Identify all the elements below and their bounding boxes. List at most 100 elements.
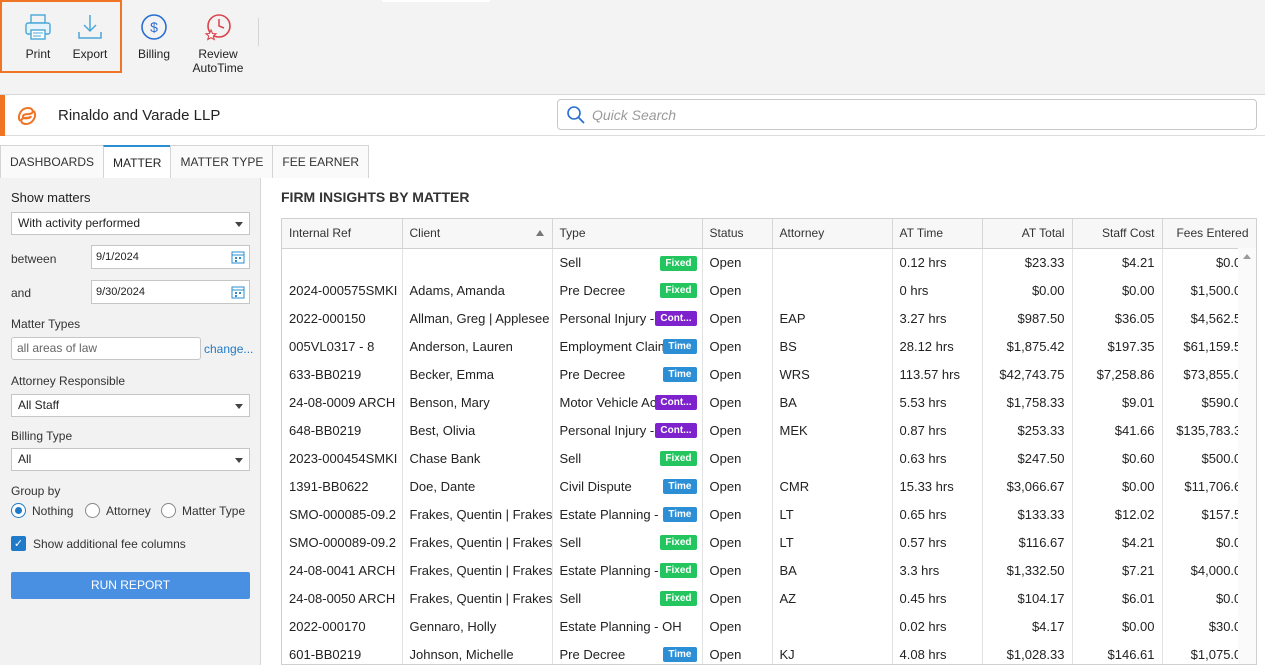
- billing-button[interactable]: $ Billing: [133, 10, 175, 61]
- cell-type: Personal Injury - Cont...: [552, 304, 703, 332]
- billing-type-select[interactable]: All: [11, 448, 250, 471]
- table-row[interactable]: 2023-000454SMKI Chase Bank Sell Fixed Open 0.…: [282, 444, 1256, 472]
- column-header[interactable]: Status: [702, 219, 773, 249]
- group-by-matter-type-radio[interactable]: Matter Type: [161, 503, 245, 518]
- cell-at-time: 0.45 hrs: [892, 584, 983, 612]
- firm-accent-bar: [0, 95, 5, 136]
- column-header[interactable]: Type: [552, 219, 703, 249]
- cell-status: Open: [702, 248, 773, 276]
- tab-fee-earner[interactable]: FEE EARNER: [272, 145, 370, 178]
- table-row[interactable]: SMO-000085-09.2 Frakes, Quentin | Frakes E…: [282, 500, 1256, 528]
- cell-at-total: $987.50: [982, 304, 1073, 332]
- cell-staff-cost: $4.21: [1072, 248, 1163, 276]
- cell-client: Best, Olivia: [402, 416, 553, 444]
- cell-internal-ref: 601-BB0219: [282, 640, 403, 664]
- group-by-attorney-radio[interactable]: Attorney: [85, 503, 151, 518]
- table-row[interactable]: 005VL0317 - 8 Anderson, Lauren Employment …: [282, 332, 1256, 360]
- cell-status-text: Open: [709, 618, 742, 634]
- ribbon-tab-indicator: [382, 0, 490, 2]
- cell-at-total: $104.17: [982, 584, 1073, 612]
- table-row[interactable]: 2024-000575SMKI Adams, Amanda Pre Decree Fi…: [282, 276, 1256, 304]
- change-matter-types-link[interactable]: change...: [204, 342, 253, 356]
- show-fee-columns-checkbox[interactable]: ✓ Show additional fee columns: [11, 536, 186, 551]
- cell-type: Pre Decree Time: [552, 640, 703, 664]
- clock-star-icon: [201, 10, 235, 44]
- cell-at-time-text: 113.57 hrs: [899, 366, 960, 382]
- cell-type-text: Personal Injury -: [559, 422, 655, 438]
- cell-status-text: Open: [709, 562, 742, 578]
- billing-type-badge: Cont...: [655, 395, 697, 410]
- quick-search-box[interactable]: [557, 99, 1257, 130]
- cell-type-text: Estate Planning - OH: [559, 618, 682, 634]
- table-row[interactable]: 633-BB0219 Becker, Emma Pre Decree Time Open…: [282, 360, 1256, 388]
- table-row[interactable]: 24-08-0041 ARCH Frakes, Quentin | Frakes E…: [282, 556, 1256, 584]
- quick-search-input[interactable]: [592, 104, 1242, 126]
- cell-attorney: KJ: [772, 640, 893, 664]
- tab-matter[interactable]: MATTER: [103, 145, 172, 178]
- cell-type-text: Estate Planning -: [559, 506, 659, 522]
- column-header-sorted[interactable]: Client: [402, 219, 553, 249]
- cell-at-time-text: 4.08 hrs: [899, 646, 947, 662]
- start-date-field[interactable]: 9/1/2024: [91, 245, 250, 269]
- table-row[interactable]: 648-BB0219 Best, Olivia Personal Injury -C…: [282, 416, 1256, 444]
- end-date-field[interactable]: 9/30/2024: [91, 280, 250, 304]
- column-header[interactable]: AT Total: [982, 219, 1073, 249]
- cell-at-total: $3,066.67: [982, 472, 1073, 500]
- group-option-label: Nothing: [32, 503, 74, 518]
- table-row[interactable]: 2022-000170 Gennaro, Holly Estate Planning…: [282, 612, 1256, 640]
- column-header[interactable]: Fees Entered: [1162, 219, 1256, 249]
- matter-types-field[interactable]: all areas of law: [11, 337, 201, 360]
- table-row[interactable]: 1391-BB0622 Doe, Dante Civil Dispute Time Op…: [282, 472, 1256, 500]
- cell-status-text: Open: [709, 254, 742, 270]
- highlight-box: [0, 0, 122, 73]
- table-row[interactable]: 24-08-0050 ARCH Frakes, Quentin | Frakes S…: [282, 584, 1256, 612]
- cell-staff-cost-text: $7.21: [1121, 562, 1155, 578]
- tab-dashboards[interactable]: DASHBOARDS: [0, 145, 105, 178]
- calendar-icon[interactable]: [231, 285, 245, 299]
- column-header[interactable]: AT Time: [892, 219, 983, 249]
- start-date-value: 9/1/2024: [96, 251, 139, 263]
- report-tabs: DASHBOARDS MATTER MATTER TYPE FEE EARNER: [0, 145, 370, 178]
- cell-type-text: Sell: [559, 590, 582, 606]
- calendar-icon[interactable]: [231, 250, 245, 264]
- cell-internal-ref-text: 24-08-0050 ARCH: [289, 590, 396, 606]
- ribbon-separator: [258, 18, 259, 46]
- cell-client-text: Chase Bank: [409, 450, 481, 466]
- show-matters-value: With activity performed: [18, 216, 141, 230]
- attorney-select[interactable]: All Staff: [11, 394, 250, 417]
- table-row[interactable]: 24-08-0009 ARCH Benson, Mary Motor Vehicle…: [282, 388, 1256, 416]
- scroll-up-icon[interactable]: [1243, 254, 1251, 259]
- cell-at-total-text: $247.50: [1017, 450, 1065, 466]
- table-row[interactable]: 2022-000150 Allman, Greg | Applesee Person…: [282, 304, 1256, 332]
- cell-status-text: Open: [709, 366, 742, 382]
- cell-internal-ref: 2024-000575SMKI: [282, 276, 403, 304]
- cell-at-total-text: $253.33: [1017, 422, 1065, 438]
- radio-selected-icon: [11, 503, 26, 518]
- run-report-button[interactable]: RUN REPORT: [11, 572, 250, 599]
- table-row[interactable]: SMO-000089-09.2 Frakes, Quentin | Frakes S…: [282, 528, 1256, 556]
- show-matters-select[interactable]: With activity performed: [11, 212, 250, 235]
- cell-at-time: 0.87 hrs: [892, 416, 983, 444]
- column-header[interactable]: Attorney: [772, 219, 893, 249]
- firm-header: Rinaldo and Varade LLP: [0, 95, 1265, 136]
- report-grid: Internal Ref Client Type Status Attorney…: [281, 218, 1257, 665]
- review-autotime-button[interactable]: Review AutoTime: [188, 10, 248, 75]
- cell-attorney: BA: [772, 556, 893, 584]
- group-by-nothing-radio[interactable]: Nothing: [11, 503, 73, 518]
- column-header[interactable]: Staff Cost: [1072, 219, 1163, 249]
- column-header[interactable]: Internal Ref: [282, 219, 403, 249]
- tab-matter-type[interactable]: MATTER TYPE: [170, 145, 274, 178]
- billing-type-badge: Time: [663, 507, 697, 522]
- chevron-down-icon: [235, 458, 243, 463]
- cell-at-total: $1,875.42: [982, 332, 1073, 360]
- table-row[interactable]: 601-BB0219 Johnson, Michelle Pre Decree Tim…: [282, 640, 1256, 664]
- cell-internal-ref: 2022-000170: [282, 612, 403, 640]
- cell-client-text: Frakes, Quentin | Frakes: [409, 590, 552, 606]
- review-autotime-label: Review AutoTime: [192, 47, 244, 75]
- vertical-scrollbar[interactable]: [1238, 248, 1256, 664]
- cell-type: Sell Fixed: [552, 248, 703, 276]
- billing-type-badge: Fixed: [660, 283, 697, 298]
- cell-status-text: Open: [709, 478, 742, 494]
- cell-staff-cost-text: $4.21: [1121, 254, 1155, 270]
- table-row[interactable]: Sell Fixed Open 0.12 hrs $23.33 $4.21 $0.00: [282, 248, 1256, 276]
